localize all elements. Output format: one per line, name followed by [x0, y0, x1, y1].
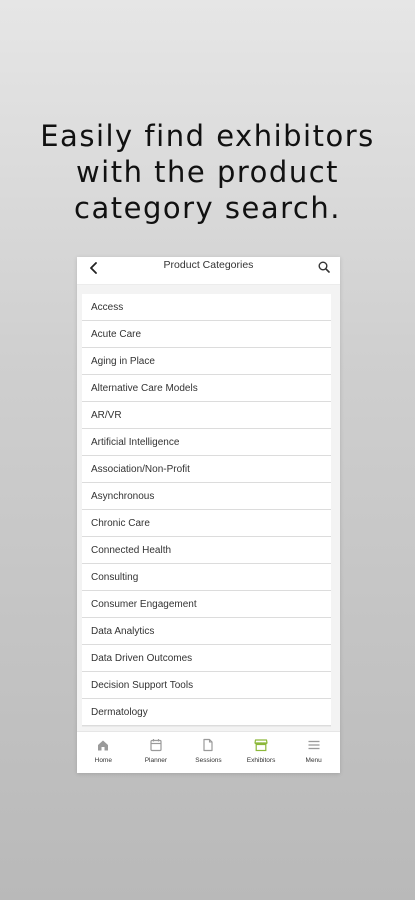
top-bar: Product Categories	[77, 257, 340, 285]
list-item[interactable]: Data Analytics	[82, 618, 331, 645]
tab-menu-label: Menu	[305, 757, 322, 764]
list-item[interactable]: AR/VR	[82, 402, 331, 429]
bottom-tab-bar: Home Planner Sessions Exhibitors Menu	[77, 731, 340, 773]
tab-exhibitors-label: Exhibitors	[246, 757, 276, 764]
page-title: Product Categories	[163, 259, 254, 271]
list-item[interactable]: Association/Non-Profit	[82, 456, 331, 483]
tab-menu[interactable]: Menu	[287, 732, 340, 773]
list-item[interactable]: Dermatology	[82, 699, 331, 726]
list-item[interactable]: Consulting	[82, 564, 331, 591]
tab-home-label: Home	[94, 757, 112, 764]
list-item[interactable]: Artificial Intelligence	[82, 429, 331, 456]
search-button[interactable]	[316, 259, 332, 275]
search-icon	[318, 261, 330, 273]
list-item[interactable]: Connected Health	[82, 537, 331, 564]
list-item[interactable]: Aging in Place	[82, 348, 331, 375]
list-item[interactable]: Asynchronous	[82, 483, 331, 510]
calendar-icon	[150, 739, 162, 752]
list-item[interactable]: Chronic Care	[82, 510, 331, 537]
tab-planner-label: Planner	[144, 757, 168, 764]
headline-line-3: category search.	[74, 191, 341, 225]
back-button[interactable]	[86, 260, 102, 276]
tab-sessions[interactable]: Sessions	[182, 732, 235, 773]
phone-screen: Product Categories Access Acute Care Aging…	[77, 257, 340, 773]
chevron-left-icon	[90, 262, 97, 274]
headline-line-2: with the product	[75, 155, 340, 189]
list-item[interactable]: Decision Support Tools	[82, 672, 331, 699]
tab-home[interactable]: Home	[77, 732, 130, 773]
hamburger-icon	[308, 740, 320, 750]
category-list: Access Acute Care Aging in Place Alternativ…	[82, 294, 331, 726]
tab-exhibitors[interactable]: Exhibitors	[235, 732, 288, 773]
document-icon	[203, 738, 214, 752]
list-item[interactable]: Access	[82, 294, 331, 321]
tab-planner[interactable]: Planner	[130, 732, 183, 773]
promo-headline: Easily find exhibitors with the product …	[0, 118, 415, 226]
list-item[interactable]: Alternative Care Models	[82, 375, 331, 402]
tab-sessions-label: Sessions	[195, 757, 222, 764]
home-icon	[98, 740, 109, 751]
storefront-icon	[254, 739, 268, 752]
list-item[interactable]: Data Driven Outcomes	[82, 645, 331, 672]
headline-line-1: Easily find exhibitors	[40, 119, 375, 153]
list-item[interactable]: Consumer Engagement	[82, 591, 331, 618]
list-item[interactable]: Acute Care	[82, 321, 331, 348]
category-list-area: Access Acute Care Aging in Place Alternativ…	[77, 285, 340, 731]
